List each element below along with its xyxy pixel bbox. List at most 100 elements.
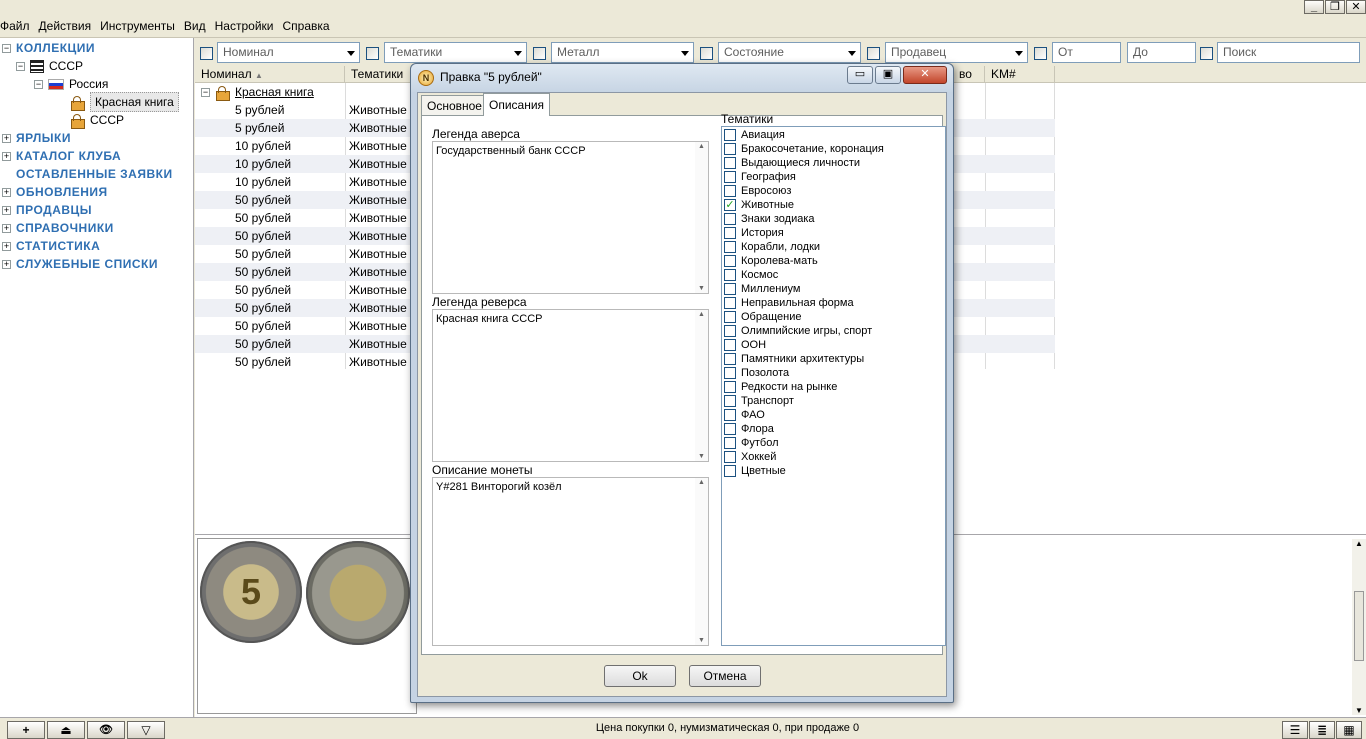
filter-condition-checkbox[interactable] — [700, 47, 713, 60]
filter-search-checkbox[interactable] — [1200, 47, 1213, 60]
theme-item[interactable]: Позолота — [724, 366, 789, 380]
theme-item[interactable]: Евросоюз — [724, 184, 791, 198]
expand-icon[interactable]: + — [2, 187, 11, 197]
column-km[interactable]: KM# — [985, 66, 1055, 83]
checkbox-icon[interactable] — [724, 241, 736, 253]
theme-item[interactable]: Редкости на рынке — [724, 380, 837, 394]
checkbox-icon[interactable] — [724, 227, 736, 239]
theme-item[interactable]: Авиация — [724, 128, 785, 142]
filter-metal-select[interactable]: Металл — [551, 42, 694, 63]
theme-item[interactable]: Корабли, лодки — [724, 240, 820, 254]
checkbox-icon[interactable] — [724, 297, 736, 309]
tree-item-left-requests[interactable]: ОСТАВЛЕННЫЕ ЗАЯВКИ — [16, 165, 173, 183]
dialog-minimize-button[interactable]: ▭ — [847, 66, 873, 84]
dialog-titlebar[interactable]: N Правка "5 рублей" ▭ ▣ ✕ — [411, 64, 953, 92]
collapse-icon[interactable]: − — [16, 61, 25, 71]
theme-item[interactable]: Неправильная форма — [724, 296, 854, 310]
checkbox-icon[interactable] — [724, 409, 736, 421]
checkbox-icon[interactable] — [724, 451, 736, 463]
menu-file[interactable]: Файл — [0, 18, 35, 34]
filter-themes-select[interactable]: Тематики — [384, 42, 527, 63]
checkbox-icon[interactable] — [724, 339, 736, 351]
memo-scrollbar[interactable] — [695, 142, 708, 293]
price-to-input[interactable]: До — [1127, 42, 1196, 63]
checkbox-icon[interactable] — [724, 255, 736, 267]
theme-item[interactable]: Космос — [724, 268, 778, 282]
checkbox-icon[interactable] — [724, 143, 736, 155]
filter-price-checkbox[interactable] — [1034, 47, 1047, 60]
theme-item[interactable]: География — [724, 170, 796, 184]
checkbox-icon[interactable] — [724, 367, 736, 379]
theme-item[interactable]: Выдающиеся личности — [724, 156, 860, 170]
tab-descriptions[interactable]: Описания — [483, 93, 551, 116]
search-input[interactable]: Поиск — [1217, 42, 1360, 63]
column-themes[interactable]: Тематики — [345, 66, 415, 83]
scroll-thumb[interactable] — [1354, 591, 1364, 661]
tree-item-updates[interactable]: + ОБНОВЛЕНИЯ — [2, 183, 108, 201]
tree-item-ussr-sub[interactable]: СССР — [70, 111, 124, 129]
tree-item-shortcuts[interactable]: + ЯРЛЫКИ — [2, 129, 71, 147]
filter-themes-checkbox[interactable] — [366, 47, 379, 60]
tree-item-references[interactable]: + СПРАВОЧНИКИ — [2, 219, 114, 237]
expand-icon[interactable]: + — [2, 205, 11, 215]
tree-item-red-book[interactable]: Красная книга — [70, 92, 179, 112]
column-nominal[interactable]: Номинал ▲ — [195, 66, 345, 83]
checkbox-checked-icon[interactable]: ✓ — [724, 199, 736, 211]
checkbox-icon[interactable] — [724, 269, 736, 281]
theme-item[interactable]: Знаки зодиака — [724, 212, 815, 226]
theme-item[interactable]: Королева-мать — [724, 254, 818, 268]
scroll-down-icon[interactable]: ▼ — [1352, 706, 1366, 715]
tree-item-club-catalog[interactable]: + КАТАЛОГ КЛУБА — [2, 147, 121, 165]
dialog-close-button[interactable]: ✕ — [903, 66, 947, 84]
coin-reverse-image[interactable] — [306, 541, 410, 645]
menu-help[interactable]: Справка — [278, 18, 334, 34]
theme-item[interactable]: Бракосочетание, коронация — [724, 142, 884, 156]
theme-item[interactable]: Памятники архитектуры — [724, 352, 864, 366]
theme-item[interactable]: ООН — [724, 338, 766, 352]
scroll-up-icon[interactable]: ▲ — [1352, 539, 1366, 548]
collapse-icon[interactable]: − — [34, 79, 43, 89]
checkbox-icon[interactable] — [724, 171, 736, 183]
checkbox-icon[interactable] — [724, 437, 736, 449]
filter-seller-select[interactable]: Продавец — [885, 42, 1028, 63]
cancel-button[interactable]: Отмена — [689, 665, 761, 687]
coin-description-field[interactable]: Y#281 Винторогий козёл — [432, 477, 709, 646]
collapse-icon[interactable]: − — [201, 87, 210, 97]
filter-condition-select[interactable]: Состояние — [718, 42, 861, 63]
theme-item[interactable]: ФАО — [724, 408, 765, 422]
expand-icon[interactable]: + — [2, 241, 11, 251]
checkbox-icon[interactable] — [724, 185, 736, 197]
expand-icon[interactable]: + — [2, 223, 11, 233]
memo-scrollbar[interactable] — [695, 310, 708, 461]
dialog-maximize-button[interactable]: ▣ — [875, 66, 901, 84]
menu-actions[interactable]: Действия — [35, 18, 97, 34]
checkbox-icon[interactable] — [724, 423, 736, 435]
tree-item-sellers[interactable]: + ПРОДАВЦЫ — [2, 201, 92, 219]
filter-nominal-checkbox[interactable] — [200, 47, 213, 60]
checkbox-icon[interactable] — [724, 283, 736, 295]
expand-icon[interactable]: + — [2, 133, 11, 143]
ok-button[interactable]: Ok — [604, 665, 676, 687]
tree-item-collections[interactable]: − КОЛЛЕКЦИИ — [2, 39, 95, 57]
menu-settings[interactable]: Настройки — [211, 18, 279, 34]
view-details-icon[interactable]: ☰ — [1282, 721, 1308, 739]
checkbox-icon[interactable] — [724, 465, 736, 477]
theme-item[interactable]: Флора — [724, 422, 774, 436]
column-extra[interactable]: во — [953, 66, 985, 83]
theme-item[interactable]: История — [724, 226, 784, 240]
checkbox-icon[interactable] — [724, 325, 736, 337]
checkbox-icon[interactable] — [724, 157, 736, 169]
tab-main[interactable]: Основное — [421, 95, 488, 116]
checkbox-icon[interactable] — [724, 129, 736, 141]
checkbox-icon[interactable] — [724, 311, 736, 323]
menu-view[interactable]: Вид — [180, 18, 211, 34]
checkbox-icon[interactable] — [724, 381, 736, 393]
checkbox-icon[interactable] — [724, 213, 736, 225]
close-button[interactable]: ✕ — [1346, 0, 1366, 14]
theme-item[interactable]: Обращение — [724, 310, 801, 324]
checkbox-icon[interactable] — [724, 395, 736, 407]
expand-icon[interactable]: + — [2, 151, 11, 161]
tree-item-service-lists[interactable]: + СЛУЖЕБНЫЕ СПИСКИ — [2, 255, 158, 273]
tree-item-statistics[interactable]: + СТАТИСТИКА — [2, 237, 100, 255]
filter-seller-checkbox[interactable] — [867, 47, 880, 60]
